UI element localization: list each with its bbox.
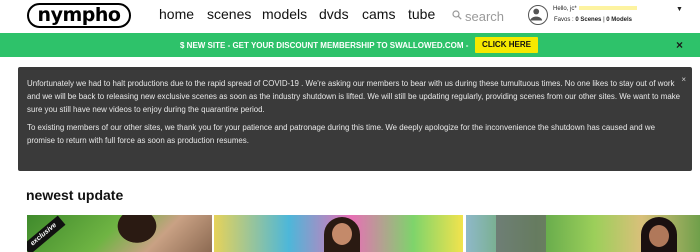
nav-cams[interactable]: cams bbox=[362, 6, 395, 22]
search-icon[interactable] bbox=[452, 7, 462, 25]
thumbnail-row: exclusive bbox=[27, 215, 700, 252]
user-menu[interactable]: Hello, jc* Favos : 0 Scenes | 0 Models bbox=[553, 5, 687, 27]
click-here-button[interactable]: CLICK HERE bbox=[475, 37, 538, 53]
promo-text: $ NEW SITE - GET YOUR DISCOUNT MEMBERSHI… bbox=[180, 41, 469, 50]
search-box[interactable] bbox=[452, 7, 521, 25]
nav-scenes[interactable]: scenes bbox=[207, 6, 251, 22]
favorites-summary[interactable]: Favos : 0 Scenes | 0 Models bbox=[554, 16, 632, 25]
scene-thumbnail[interactable] bbox=[466, 215, 700, 252]
scene-thumbnail[interactable]: exclusive bbox=[27, 215, 212, 252]
exclusive-badge: exclusive bbox=[27, 215, 66, 252]
user-avatar[interactable] bbox=[528, 5, 548, 25]
site-header: nympho home scenes models dvds cams tube… bbox=[0, 0, 700, 31]
notice-close-icon[interactable]: × bbox=[681, 73, 686, 86]
user-icon bbox=[530, 8, 543, 21]
nav-models[interactable]: models bbox=[262, 6, 307, 22]
close-icon[interactable]: × bbox=[676, 38, 683, 52]
nav-dvds[interactable]: dvds bbox=[319, 6, 349, 22]
nav-home[interactable]: home bbox=[159, 6, 194, 22]
chevron-down-icon[interactable]: ▼ bbox=[676, 6, 683, 13]
site-logo[interactable]: nympho bbox=[27, 3, 131, 28]
search-input[interactable] bbox=[465, 8, 521, 24]
redacted-username bbox=[578, 6, 637, 11]
section-title: newest update bbox=[26, 187, 124, 203]
scene-thumbnail[interactable] bbox=[214, 215, 463, 252]
covid-notice: × Unfortunately we had to halt productio… bbox=[18, 67, 692, 171]
notice-paragraph: To existing members of our other sites, … bbox=[27, 123, 655, 145]
promo-bar: $ NEW SITE - GET YOUR DISCOUNT MEMBERSHI… bbox=[0, 33, 700, 57]
nav-tube[interactable]: tube bbox=[408, 6, 435, 22]
notice-paragraph: Unfortunately we had to halt productions… bbox=[27, 79, 681, 114]
user-greeting: Hello, jc* bbox=[553, 5, 687, 14]
